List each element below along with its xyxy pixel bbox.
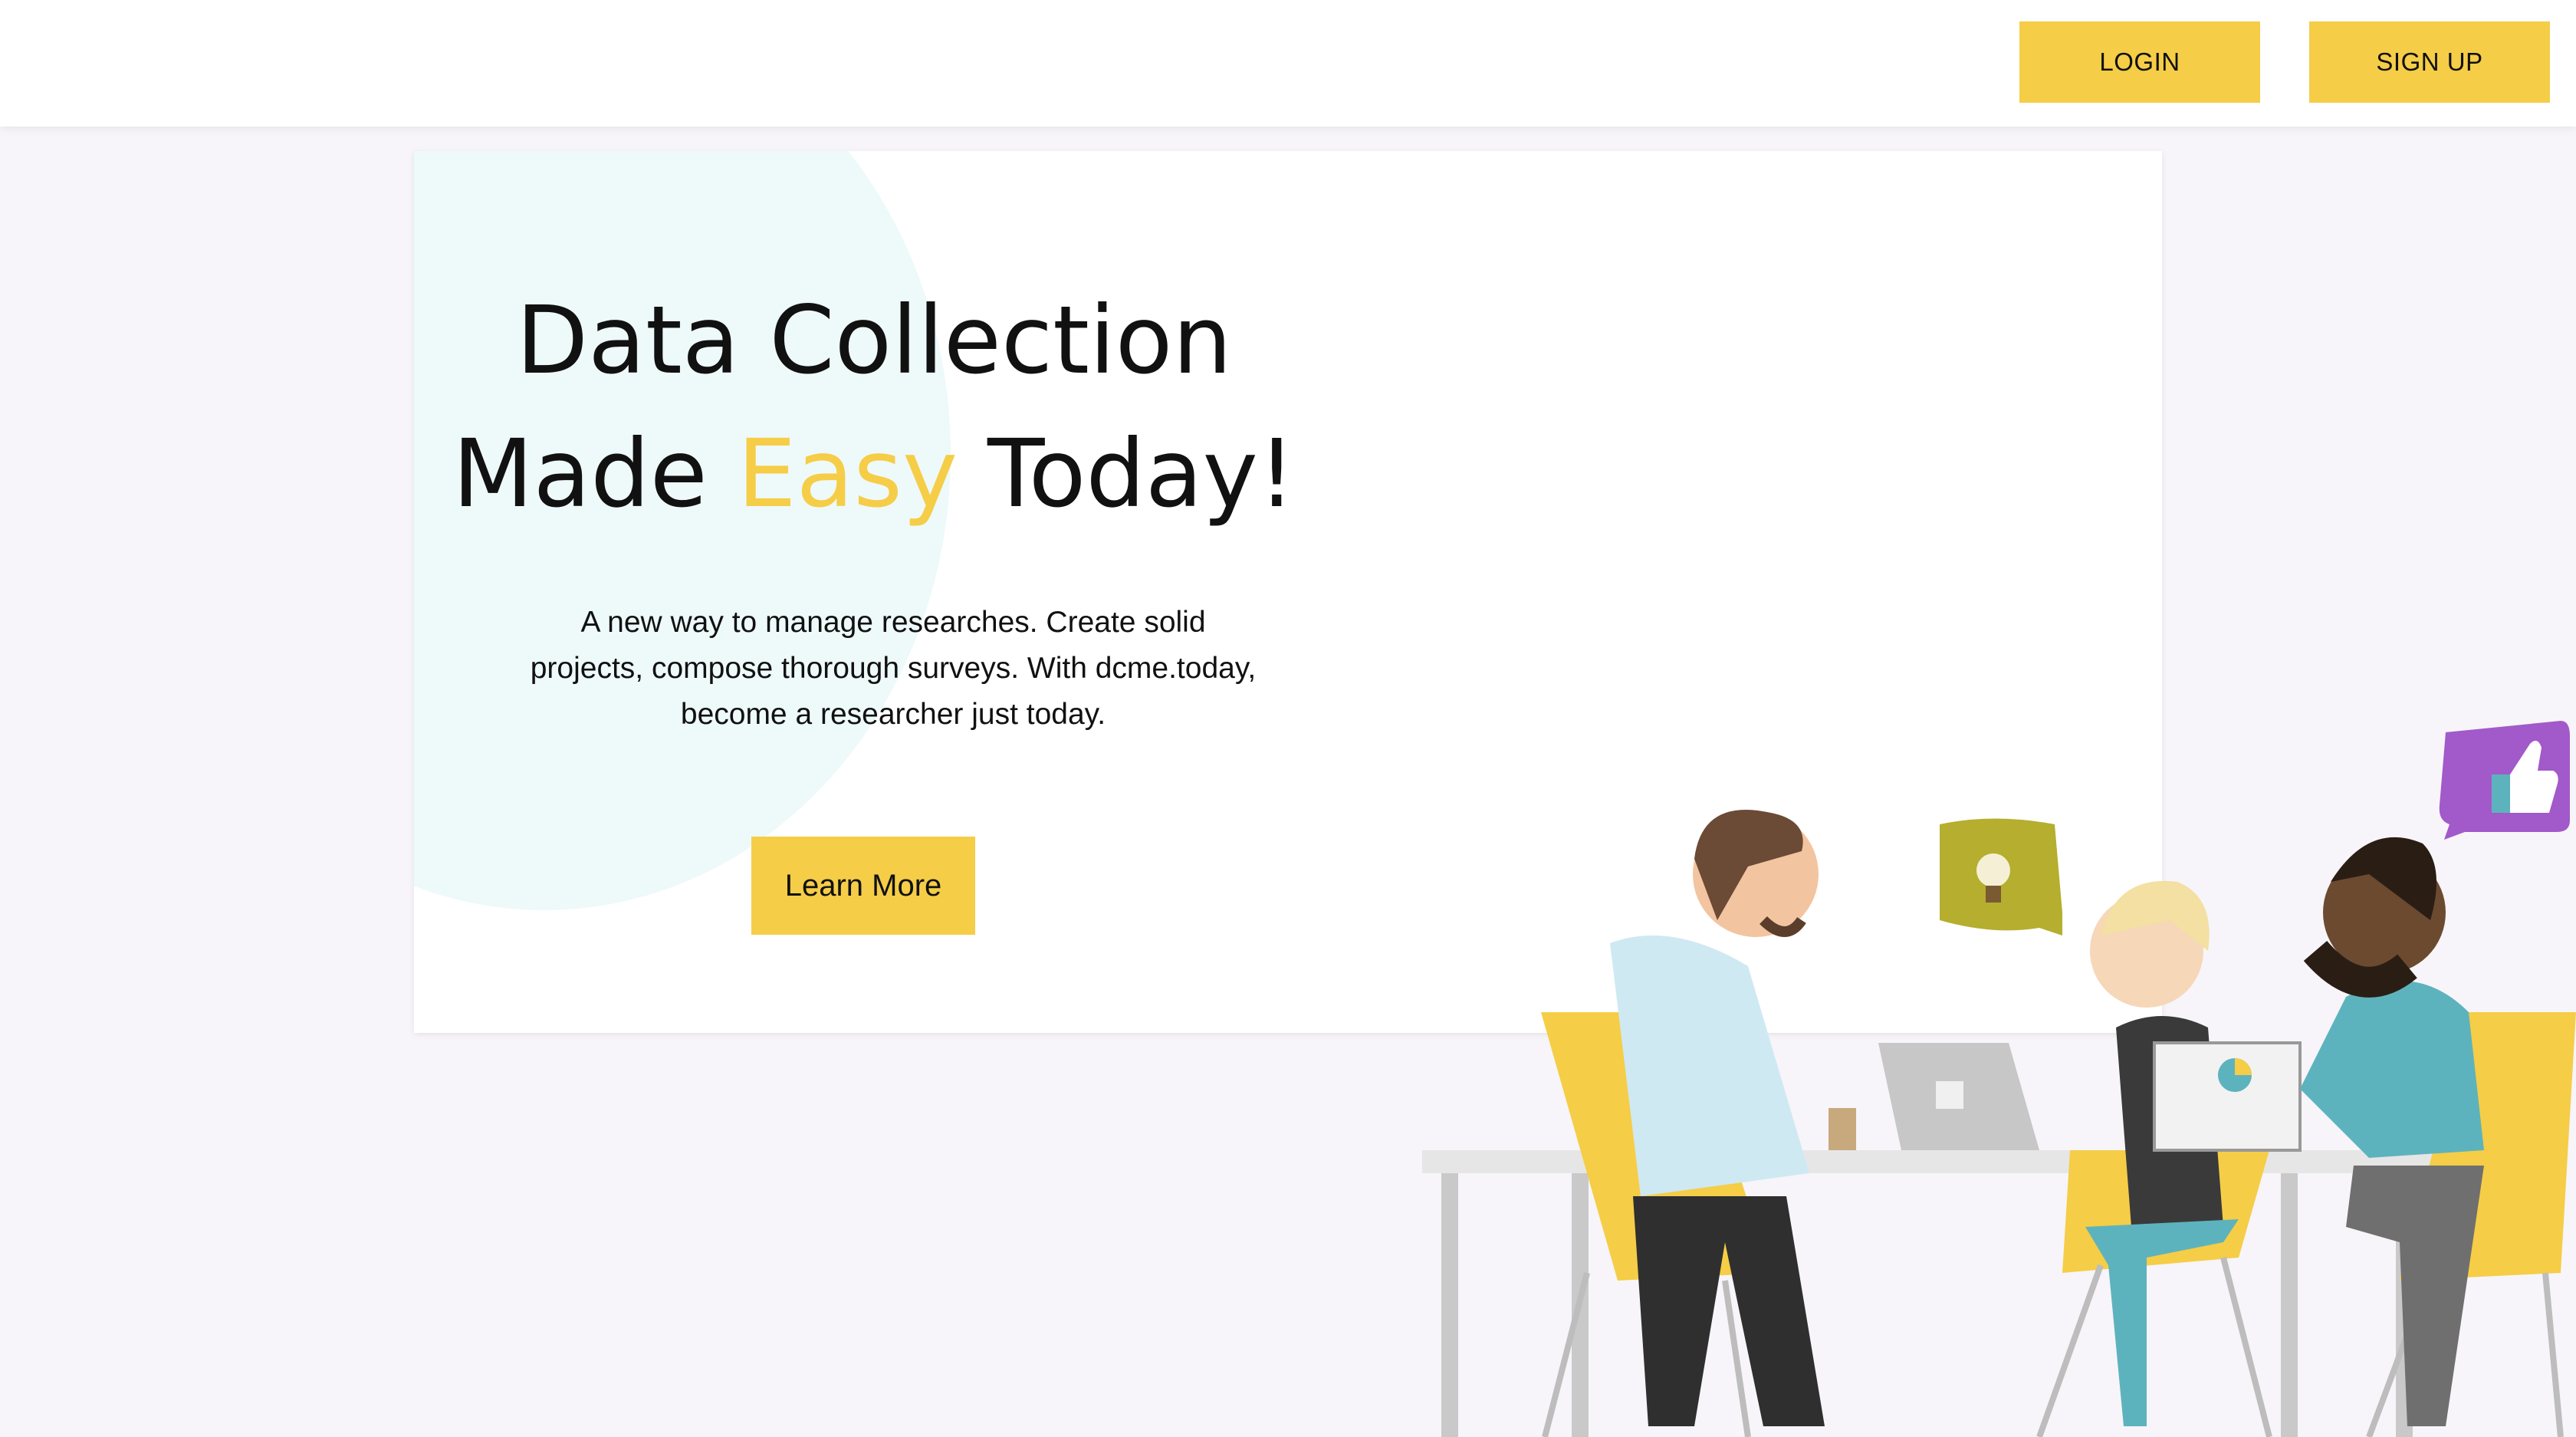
hero-title-end: Today! xyxy=(987,419,1296,528)
table xyxy=(1422,1150,2434,1437)
signup-button[interactable]: SIGN UP xyxy=(2309,21,2550,103)
laptop-icon xyxy=(1878,1043,2039,1150)
thumbs-up-icon xyxy=(2439,721,2570,840)
hero-title-line1: Data Collection xyxy=(516,286,1232,395)
top-navbar: LOGIN SIGN UP xyxy=(0,0,2576,127)
hero-title-accent: Easy xyxy=(737,419,958,528)
learn-more-button[interactable]: Learn More xyxy=(751,837,975,935)
login-button[interactable]: LOGIN xyxy=(2019,21,2260,103)
lightbulb-icon xyxy=(1940,818,2062,936)
coffee-cup-left xyxy=(1829,1108,1856,1150)
hero-title-made: Made xyxy=(452,419,708,528)
team-meeting-illustration xyxy=(1422,721,2576,1437)
person-right xyxy=(2300,837,2484,1426)
pie-chart-icon xyxy=(2153,1041,2302,1152)
person-left xyxy=(1610,810,1825,1426)
hero-description: A new way to manage researches. Create s… xyxy=(530,606,1257,731)
hero-title: Data Collection Made Easy Today! xyxy=(414,274,1334,541)
